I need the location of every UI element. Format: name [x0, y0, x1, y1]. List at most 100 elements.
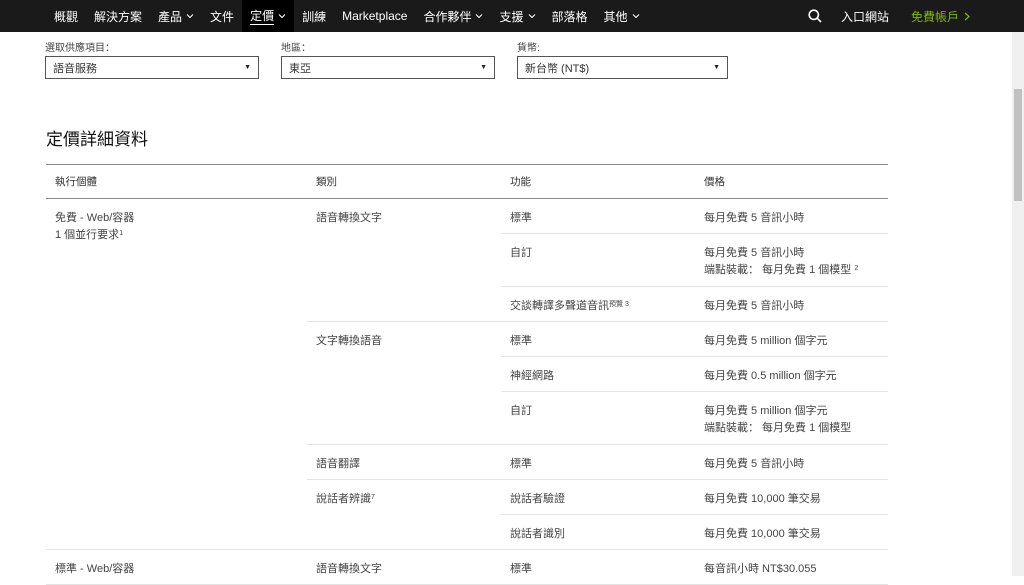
feature-name: 神經網路: [510, 370, 554, 382]
nav-item-label: 其他: [603, 9, 628, 24]
price-text: 每月免費 5 音訊小時: [704, 212, 805, 224]
nav-item[interactable]: 其他: [596, 0, 648, 32]
feature-name: 標準: [510, 335, 532, 347]
price-line: 每月免費 5 音訊小時: [704, 298, 888, 315]
chevron-down-icon: [278, 14, 286, 19]
nav-item[interactable]: 部落格: [544, 0, 596, 32]
region-filter: 地區： 東亞 ▼: [281, 42, 495, 79]
tier-note: 1 個並行要求1: [55, 227, 307, 244]
service-select[interactable]: 語音服務 ▼: [45, 56, 259, 79]
footnote-ref[interactable]: 2: [854, 265, 858, 272]
price-line: 每月免費 10,000 筆交易: [704, 526, 888, 543]
filter-bar: 選取供應項目： 語音服務 ▼ 地區： 東亞 ▼ 貨幣: 新台幣 (NT$) ▼: [45, 42, 750, 79]
nav-item-label: 合作夥伴: [423, 9, 472, 24]
free-account-link[interactable]: 免費帳戶: [911, 8, 970, 25]
tier-name: 標準 - Web/容器: [55, 563, 135, 575]
nav-item-label: 解決方案: [94, 9, 143, 24]
page-scrollbar[interactable]: [1012, 32, 1024, 576]
price-line: 每月免費 10,000 筆交易: [704, 491, 888, 508]
feature-badge[interactable]: 預覽 3: [609, 301, 629, 308]
currency-select[interactable]: 新台幣 (NT$) ▼: [517, 56, 728, 79]
feature-cell: 自訂: [501, 391, 695, 445]
tier-cell: 免費 - Web/容器 1 個並行要求1: [46, 198, 307, 550]
top-navigation: 概觀 解決方案 產品 文件 定價 訓練 Marketplace 合作夥伴 支援 部落格 其他 入口網…: [0, 0, 1024, 32]
price-text: 每月免費 5 音訊小時: [704, 247, 805, 259]
price-cell: 每月免費 10,000 筆交易: [695, 479, 888, 515]
feature-name: 說話者識別: [510, 528, 565, 540]
currency-select-value: 新台幣 (NT$): [525, 62, 590, 75]
table-header-row: 執行個體 類別 功能 價格: [46, 164, 888, 199]
feature-name: 標準: [510, 212, 532, 224]
tier-name: 免費 - Web/容器: [55, 212, 135, 224]
price-line: 每月免費 0.5 million 個字元: [704, 368, 888, 385]
pricing-table: 執行個體 類別 功能 價格 免費 - Web/容器 1 個並行要求1 語音轉換文字標…: [46, 164, 888, 585]
nav-item[interactable]: 解決方案: [86, 0, 150, 32]
feature-cell: 神經網路: [501, 356, 695, 392]
currency-filter-label: 貨幣:: [517, 43, 540, 54]
price-line: 每月免費 5 million 個字元: [704, 403, 888, 420]
category-cell: 語音翻譯: [307, 444, 501, 480]
currency-filter: 貨幣: 新台幣 (NT$) ▼: [517, 42, 728, 79]
category-name: 語音轉換文字: [316, 212, 382, 224]
feature-name: 標準: [510, 563, 532, 575]
nav-item-label: Marketplace: [342, 9, 408, 23]
search-button[interactable]: [799, 0, 831, 32]
nav-item-label: 產品: [158, 9, 183, 24]
feature-cell: 標準: [501, 549, 695, 585]
chevron-right-icon: [964, 12, 970, 20]
price-text: 每月免費 10,000 筆交易: [704, 493, 821, 505]
feature-cell: 標準: [501, 198, 695, 234]
category-name: 語音翻譯: [316, 458, 360, 470]
price-line: 每月免費 5 million 個字元: [704, 333, 888, 350]
price-text: 每月免費 5 音訊小時: [704, 458, 805, 470]
nav-item[interactable]: 合作夥伴: [415, 0, 491, 32]
nav-item-label: 概觀: [54, 9, 79, 24]
feature-name: 說話者驗證: [510, 493, 565, 505]
region-select-value: 東亞: [289, 62, 311, 75]
footnote-ref[interactable]: 7: [371, 494, 375, 501]
price-cell: 每月免費 5 million 個字元: [695, 321, 888, 357]
price-text: 端點裝載： 每月免費 1 個模型: [704, 422, 852, 434]
nav-item[interactable]: 支援: [491, 0, 543, 32]
price-cell: 每音訊小時 NT$30.055: [695, 549, 888, 585]
nav-item[interactable]: 概觀: [46, 0, 86, 32]
nav-item[interactable]: Marketplace: [334, 0, 415, 32]
table-row: 標準 - Web/容器 語音轉換文字 標準 每音訊小時 NT$30.055: [46, 549, 888, 585]
price-text: 每月免費 0.5 million 個字元: [704, 370, 837, 382]
nav-item-label: 文件: [210, 9, 235, 24]
price-text: 端點裝載： 每月免費 1 個模型: [704, 264, 852, 276]
nav-right: 入口網站 免費帳戶: [799, 0, 1024, 32]
chevron-down-icon: [632, 14, 639, 19]
header-price: 價格: [695, 164, 888, 199]
category-cell: 說話者辨識7: [307, 479, 501, 550]
nav-item-label: 訓練: [302, 9, 327, 24]
caret-down-icon: ▼: [480, 64, 487, 71]
chevron-down-icon: [476, 14, 483, 19]
header-category: 類別: [307, 164, 501, 199]
chevron-down-icon: [528, 14, 535, 19]
header-feature: 功能: [501, 164, 695, 199]
region-filter-label: 地區：: [281, 43, 311, 54]
price-cell: 每月免費 10,000 筆交易: [695, 514, 888, 550]
portal-link[interactable]: 入口網站: [841, 8, 889, 25]
feature-cell: 自訂: [501, 233, 695, 287]
price-text: 每月免費 5 million 個字元: [704, 335, 828, 347]
region-select[interactable]: 東亞 ▼: [281, 56, 495, 79]
category-name: 說話者辨識: [316, 493, 371, 505]
nav-item[interactable]: 產品: [150, 0, 202, 32]
header-tier: 執行個體: [46, 164, 307, 199]
nav-item[interactable]: 定價: [242, 0, 295, 32]
section-title: 定價詳細資料: [46, 130, 148, 149]
service-filter-label: 選取供應項目：: [45, 43, 115, 54]
nav-item[interactable]: 訓練: [294, 0, 334, 32]
price-line: 每音訊小時 NT$30.055: [704, 561, 888, 578]
price-text: 每月免費 5 million 個字元: [704, 405, 828, 417]
service-select-value: 語音服務: [53, 62, 97, 75]
footnote-ref[interactable]: 1: [119, 230, 123, 237]
scrollbar-thumb[interactable]: [1014, 89, 1022, 201]
feature-cell: 標準: [501, 321, 695, 357]
nav-items: 概觀 解決方案 產品 文件 定價 訓練 Marketplace 合作夥伴 支援 部落格 其他: [46, 0, 648, 32]
price-text: 每音訊小時 NT$30.055: [704, 563, 817, 575]
nav-item[interactable]: 文件: [202, 0, 242, 32]
price-line: 端點裝載： 每月免費 1 個模型: [704, 420, 888, 437]
